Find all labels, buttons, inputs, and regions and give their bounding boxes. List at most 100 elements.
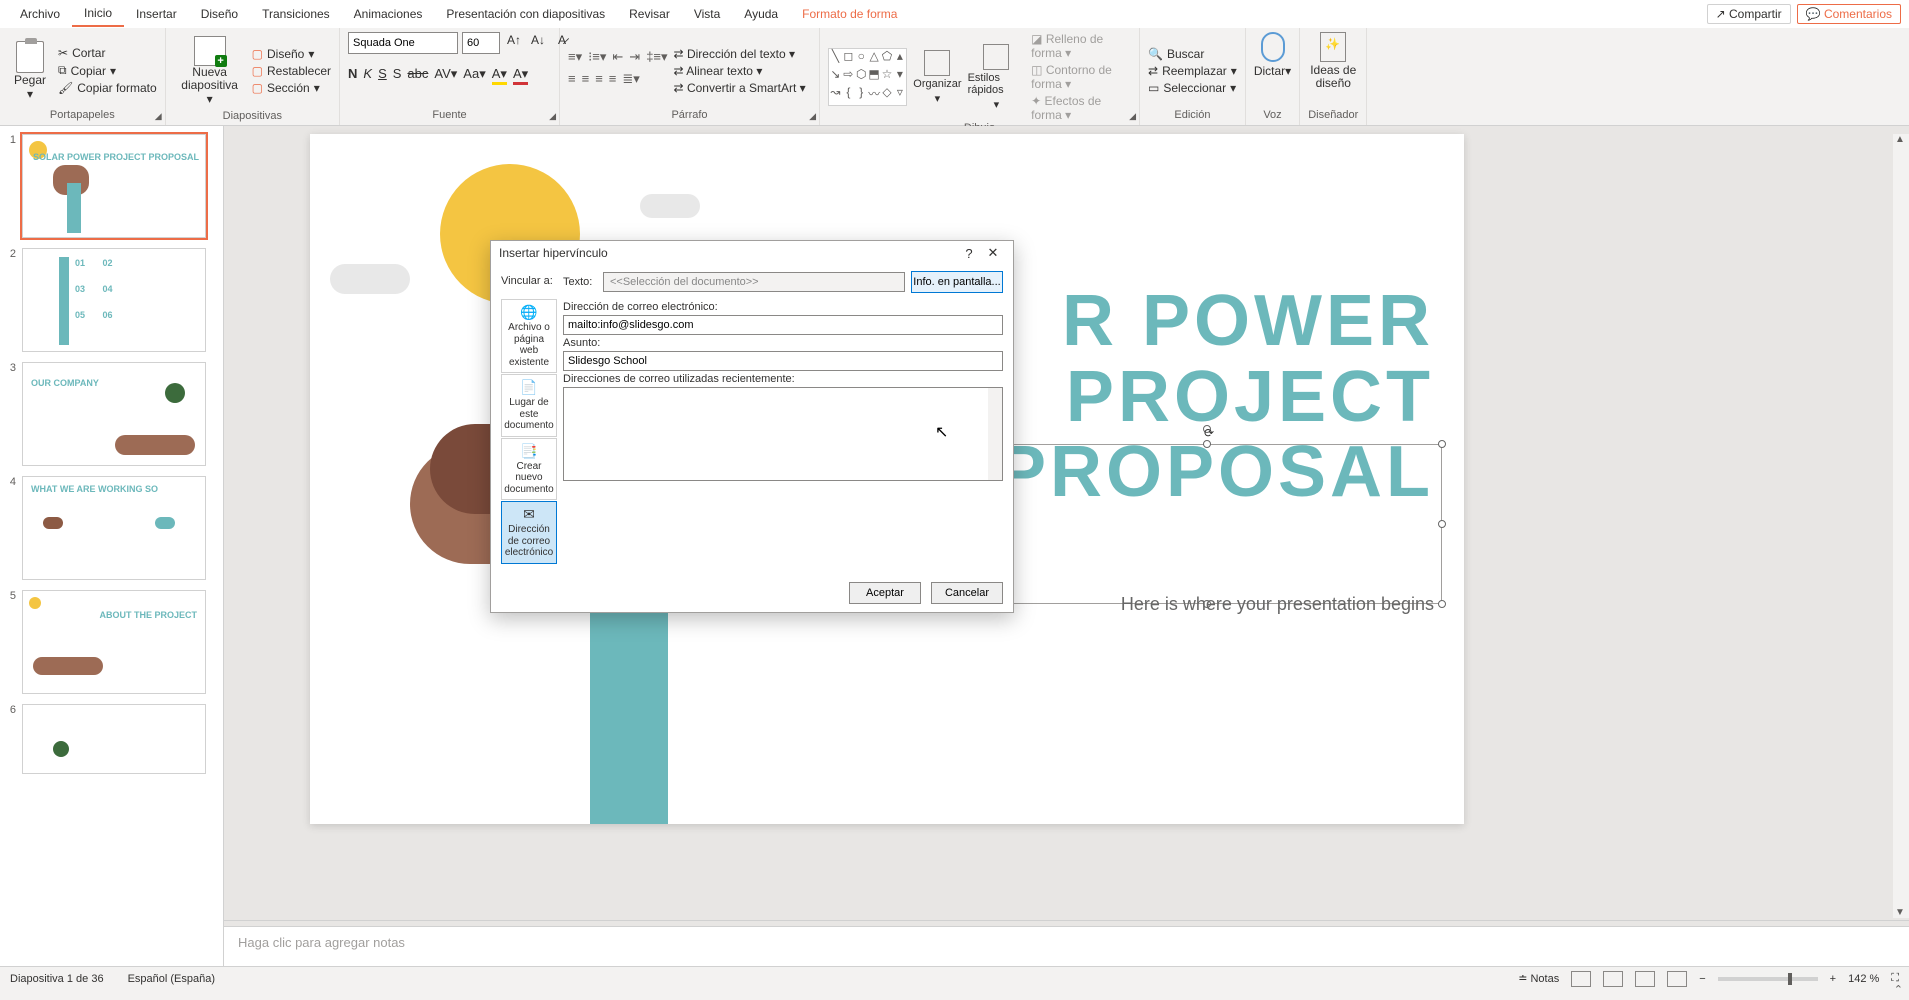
zoom-out-icon[interactable]: − — [1699, 973, 1705, 985]
restablecer-button[interactable]: Restablecer — [252, 64, 331, 78]
comentarios-button[interactable]: 💬 Comentarios — [1797, 4, 1901, 24]
shape-gallery[interactable]: ╲◻○△⬠▴ ↘⇨⬡⬒☆▾ ↝{}〰◇▿ — [828, 48, 907, 106]
text-direction-button[interactable]: Dirección del texto ▾ — [674, 47, 806, 61]
tab-diseno[interactable]: Diseño — [189, 2, 250, 26]
copiar-formato-button[interactable]: Copiar formato — [58, 81, 157, 95]
zoom-level[interactable]: 142 % — [1848, 973, 1879, 985]
notes-toggle[interactable]: ≐ Notas — [1518, 972, 1559, 985]
dictar-button[interactable]: Dictar▾ — [1254, 32, 1291, 78]
pegar-button[interactable]: Pegar ▾ — [8, 37, 52, 105]
slide-thumbnail-2[interactable]: 01 02 03 04 05 06 — [22, 248, 206, 352]
smartart-button[interactable]: Convertir a SmartArt ▾ — [674, 81, 806, 95]
email-input[interactable] — [563, 315, 1003, 335]
slide-thumbnail-6[interactable] — [22, 704, 206, 774]
screentip-button[interactable]: Info. en pantalla... — [911, 271, 1003, 293]
tab-revisar[interactable]: Revisar — [617, 2, 682, 26]
slide-thumbnail-panel[interactable]: 1 SOLAR POWER PROJECT PROPOSAL 2 01 02 0… — [0, 126, 224, 966]
case-button[interactable]: Aa▾ — [463, 66, 485, 85]
decrease-indent-icon[interactable]: ⇤ — [612, 49, 623, 65]
layout-button[interactable]: Diseño ▾ — [252, 47, 331, 61]
align-right-icon[interactable]: ≡ — [595, 71, 603, 87]
help-button[interactable]: ? — [957, 246, 981, 261]
tab-insertar[interactable]: Insertar — [124, 2, 189, 26]
buscar-button[interactable]: 🔍 Buscar — [1148, 47, 1237, 61]
contorno-forma-button[interactable]: ◫ Contorno de forma ▾ — [1031, 63, 1131, 91]
language-indicator[interactable]: Español (España) — [128, 973, 215, 985]
justify-icon[interactable]: ≡ — [609, 71, 617, 87]
collapse-ribbon-icon[interactable]: ⌃ — [1894, 983, 1903, 996]
shadow-button[interactable]: S — [393, 66, 402, 85]
dialog-launcher-icon[interactable]: ◢ — [155, 111, 162, 122]
efectos-forma-button[interactable]: ✦ Efectos de forma ▾ — [1031, 94, 1131, 122]
dialog-launcher-icon[interactable]: ◢ — [809, 111, 816, 122]
columns-icon[interactable]: ≣▾ — [622, 71, 639, 87]
linkcat-email[interactable]: ✉ Dirección de correo electrónico — [501, 501, 557, 564]
spacing-button[interactable]: AV▾ — [434, 66, 457, 85]
decrease-font-icon[interactable]: A↓ — [528, 32, 548, 54]
reading-view-icon[interactable] — [1635, 971, 1655, 987]
align-left-icon[interactable]: ≡ — [568, 71, 576, 87]
copiar-button[interactable]: Copiar ▾ — [58, 63, 157, 78]
ideas-diseno-button[interactable]: Ideas de diseño — [1308, 32, 1358, 90]
subject-input[interactable] — [563, 351, 1003, 371]
font-name-select[interactable] — [348, 32, 458, 54]
slide-thumbnail-3[interactable]: OUR COMPANY — [22, 362, 206, 466]
tab-inicio[interactable]: Inicio — [72, 1, 124, 27]
tab-formato-forma[interactable]: Formato de forma — [790, 2, 909, 26]
zoom-slider[interactable] — [1718, 977, 1818, 981]
normal-view-icon[interactable] — [1571, 971, 1591, 987]
tab-transiciones[interactable]: Transiciones — [250, 2, 342, 26]
bullets-icon[interactable]: ≡▾ — [568, 49, 582, 65]
zoom-in-icon[interactable]: + — [1830, 973, 1836, 985]
relleno-forma-button[interactable]: ◪ Relleno de forma ▾ — [1031, 32, 1131, 60]
recent-emails-list[interactable] — [563, 387, 1003, 481]
linkcat-document[interactable]: 📄 Lugar de este documento — [501, 374, 557, 437]
vertical-scrollbar[interactable] — [1893, 134, 1909, 918]
slide-thumbnail-5[interactable]: ABOUT THE PROJECT — [22, 590, 206, 694]
close-button[interactable]: ✕ — [981, 245, 1005, 261]
tab-animaciones[interactable]: Animaciones — [342, 2, 435, 26]
cortar-button[interactable]: Cortar — [58, 46, 157, 60]
increase-indent-icon[interactable]: ⇥ — [629, 49, 640, 65]
font-size-select[interactable] — [462, 32, 500, 54]
reemplazar-button[interactable]: ⇄ Reemplazar ▾ — [1148, 64, 1237, 78]
align-center-icon[interactable]: ≡ — [582, 71, 590, 87]
dialog-launcher-icon[interactable]: ◢ — [549, 111, 556, 122]
font-color-button[interactable]: A▾ — [513, 66, 528, 85]
rotate-handle-icon[interactable]: ⟳ — [1203, 425, 1211, 433]
compartir-button[interactable]: ↗ Compartir — [1707, 4, 1791, 24]
bookmark-icon: 📄 — [504, 379, 554, 395]
selection-box[interactable]: ⟳ — [972, 444, 1442, 604]
highlight-color-button[interactable]: A▾ — [492, 66, 507, 85]
tab-archivo[interactable]: Archivo — [8, 2, 72, 26]
seleccionar-button[interactable]: ▭ Seleccionar ▾ — [1148, 81, 1237, 95]
strike-button[interactable]: abc — [407, 66, 428, 85]
numbering-icon[interactable]: ⁝≡▾ — [588, 49, 606, 65]
notes-input[interactable]: Haga clic para agregar notas — [224, 926, 1909, 966]
cancelar-button[interactable]: Cancelar — [931, 582, 1003, 604]
align-text-button[interactable]: Alinear texto ▾ — [674, 64, 806, 78]
tab-vista[interactable]: Vista — [682, 2, 732, 26]
organizar-button[interactable]: Organizar▾ — [913, 50, 961, 105]
slide-thumbnail-4[interactable]: WHAT WE ARE WORKING SO — [22, 476, 206, 580]
list-scrollbar[interactable] — [988, 388, 1002, 480]
increase-font-icon[interactable]: A↑ — [504, 32, 524, 54]
slide-subtitle-text[interactable]: Here is where your presentation begins — [1121, 594, 1434, 615]
slideshow-view-icon[interactable] — [1667, 971, 1687, 987]
linkcat-new-doc[interactable]: 📑 Crear nuevo documento — [501, 438, 557, 501]
underline-button[interactable]: S — [378, 66, 387, 85]
aceptar-button[interactable]: Aceptar — [849, 582, 921, 604]
line-spacing-icon[interactable]: ‡≡▾ — [646, 49, 667, 65]
dialog-title: Insertar hipervínculo — [499, 246, 957, 260]
slide-thumbnail-1[interactable]: SOLAR POWER PROJECT PROPOSAL — [22, 134, 206, 238]
seccion-button[interactable]: Sección ▾ — [252, 81, 331, 95]
estilos-rapidos-button[interactable]: Estilos rápidos▾ — [968, 44, 1026, 111]
linkcat-web[interactable]: 🌐 Archivo o página web existente — [501, 299, 557, 373]
tab-ayuda[interactable]: Ayuda — [732, 2, 790, 26]
bold-button[interactable]: N — [348, 66, 357, 85]
dialog-launcher-icon[interactable]: ◢ — [1129, 111, 1136, 122]
italic-button[interactable]: K — [363, 66, 372, 85]
tab-presentacion[interactable]: Presentación con diapositivas — [434, 2, 617, 26]
nueva-diapositiva-button[interactable]: Nueva diapositiva ▾ — [174, 32, 246, 110]
sorter-view-icon[interactable] — [1603, 971, 1623, 987]
